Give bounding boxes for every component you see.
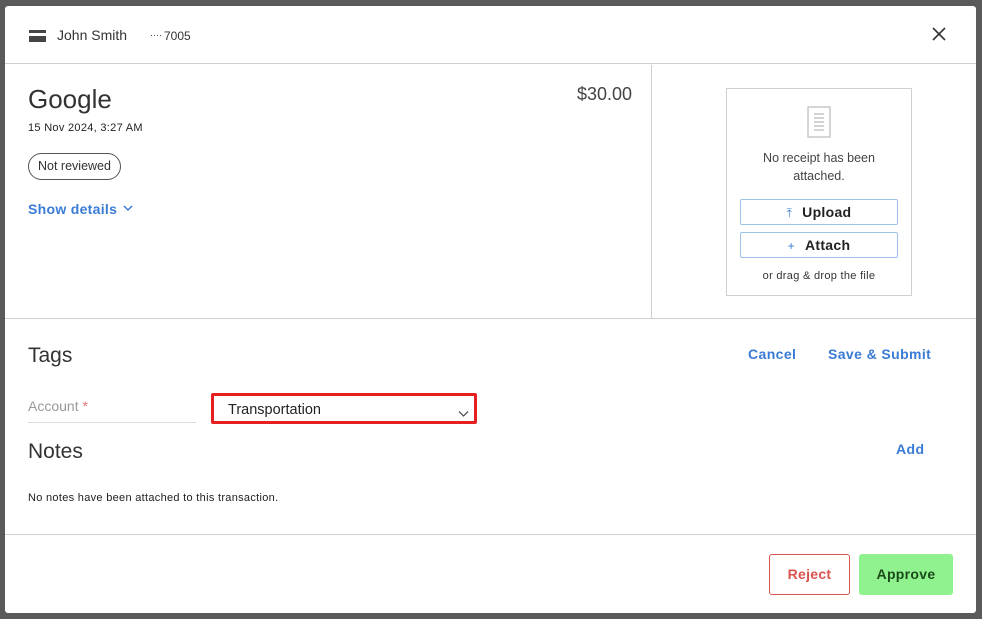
attach-button[interactable]: + Attach (740, 232, 898, 258)
close-icon (932, 27, 946, 41)
attach-label: Attach (804, 237, 851, 253)
footer-divider (5, 534, 976, 535)
card-last4: 7005 (164, 29, 191, 43)
save-submit-button[interactable]: Save & Submit (828, 346, 931, 362)
required-marker: * (82, 398, 88, 414)
dialog-header: John Smith ···· 7005 (5, 6, 976, 64)
account-select[interactable]: Transportation (211, 393, 477, 424)
add-note-button[interactable]: Add (896, 441, 924, 457)
notes-heading: Notes (28, 440, 83, 463)
reject-button[interactable]: Reject (769, 554, 850, 595)
section-divider (5, 318, 976, 319)
receipt-pane: No receipt has been attached. ⤒ Upload + A… (653, 65, 976, 319)
show-details-toggle[interactable]: Show details (28, 199, 133, 217)
chevron-down-icon (458, 405, 469, 423)
cardholder-name: John Smith (57, 27, 128, 43)
no-receipt-message: No receipt has been attached. (763, 151, 875, 183)
close-button[interactable] (929, 24, 949, 44)
cancel-button[interactable]: Cancel (748, 346, 796, 362)
plus-icon: + (787, 239, 795, 253)
account-label-text: Account (28, 398, 79, 414)
account-field-label: Account * (28, 398, 196, 423)
upload-button[interactable]: ⤒ Upload (740, 199, 898, 225)
upload-icon: ⤒ (786, 206, 793, 220)
transaction-amount: $30.00 (576, 84, 632, 104)
account-selected-value: Transportation (228, 402, 321, 418)
no-notes-message: No notes have been attached to this tran… (28, 492, 279, 504)
upload-label: Upload (802, 204, 852, 220)
tags-heading: Tags (28, 344, 73, 367)
credit-card-icon (29, 30, 46, 42)
transaction-dialog: John Smith ···· 7005 Google $30.00 15 Nov… (5, 6, 976, 613)
card-mask: ···· (150, 30, 162, 40)
chevron-down-icon (123, 199, 133, 215)
show-details-label: Show details (28, 201, 118, 217)
drag-drop-hint: or drag & drop the file (762, 270, 876, 282)
approve-button[interactable]: Approve (859, 554, 953, 595)
receipt-dropzone[interactable]: No receipt has been attached. ⤒ Upload + A… (726, 88, 912, 296)
card-number: ···· 7005 (150, 29, 191, 43)
transaction-summary: Google $30.00 15 Nov 2024, 3:27 AM Not r… (5, 65, 652, 319)
document-icon (807, 106, 831, 138)
status-badge: Not reviewed (28, 153, 121, 180)
transaction-date: 15 Nov 2024, 3:27 AM (28, 122, 143, 134)
merchant-name: Google (28, 84, 112, 114)
